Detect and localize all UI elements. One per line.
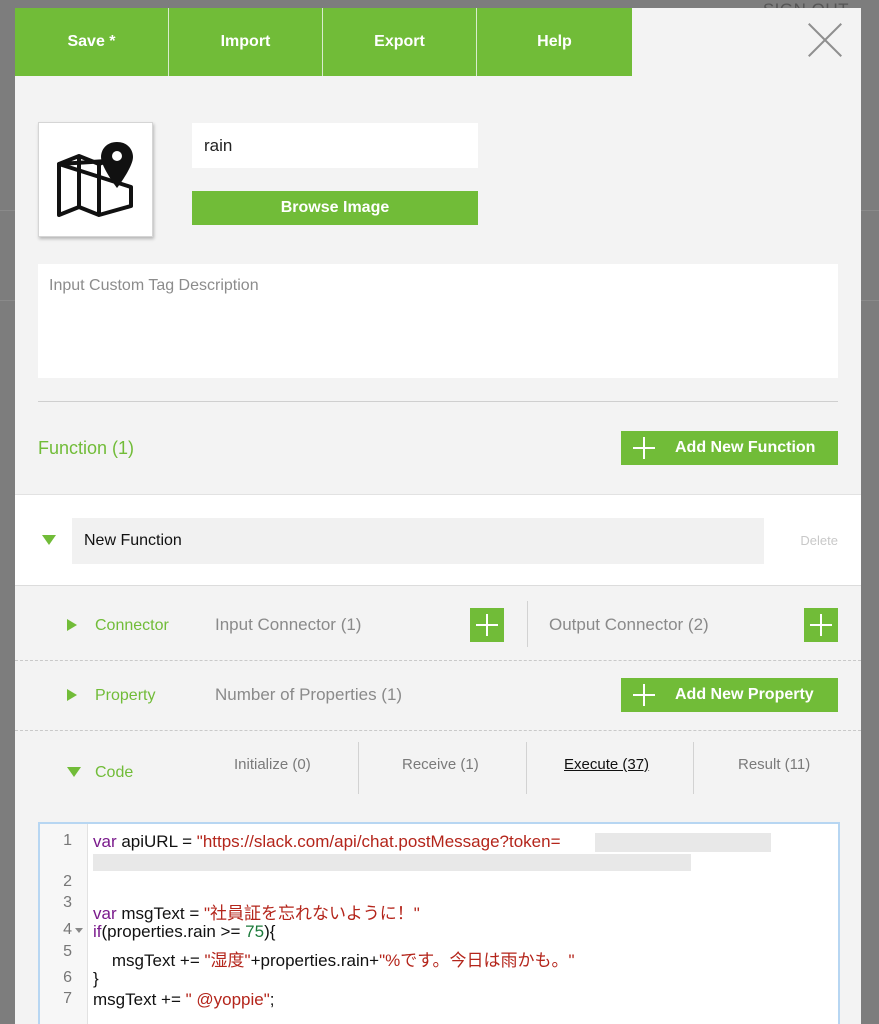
tab-result[interactable]: Result (11) (738, 756, 810, 773)
tag-description-field[interactable] (38, 264, 838, 378)
line-number: 1 (63, 832, 72, 849)
property-label[interactable]: Property (95, 687, 155, 705)
tab-receive[interactable]: Receive (1) (402, 756, 479, 773)
map-pin-icon (56, 141, 133, 217)
code-token: var (93, 832, 117, 851)
code-token: "https://slack.com/api/chat.postMessage?… (196, 832, 561, 851)
line-number: 2 (63, 873, 72, 890)
code-line: if(properties.rain >= 75){ (93, 922, 275, 942)
code-line: msgText += " @yoppie"; (93, 990, 275, 1010)
code-line: } (93, 969, 99, 989)
save-button[interactable]: Save * (15, 8, 169, 76)
code-token: ; (269, 990, 275, 1009)
line-number: 4 (63, 921, 72, 938)
tag-name-input[interactable] (192, 123, 478, 168)
column-divider (527, 601, 528, 647)
add-new-function-label: Add New Function (675, 439, 816, 456)
column-divider (526, 742, 527, 794)
line-number: 5 (63, 943, 72, 960)
redacted-token (93, 854, 691, 871)
collapse-arrow-icon[interactable] (42, 535, 56, 545)
close-icon[interactable] (807, 22, 843, 58)
export-button[interactable]: Export (323, 8, 477, 76)
code-token: } (93, 969, 99, 988)
code-token: "社員証を忘れないように！" (204, 904, 420, 923)
input-connector-label: Input Connector (1) (215, 615, 362, 634)
line-number: 7 (63, 990, 72, 1007)
code-line: msgText += "湿度"+properties.rain+"%です。今日は… (93, 946, 575, 971)
expand-arrow-icon[interactable] (67, 619, 77, 631)
redacted-token (595, 833, 771, 852)
tab-initialize[interactable]: Initialize (0) (234, 756, 311, 773)
code-line: var apiURL = "https://slack.com/api/chat… (93, 832, 561, 852)
output-connector-label: Output Connector (2) (549, 615, 709, 634)
browse-image-button[interactable]: Browse Image (192, 191, 478, 225)
property-count-label: Number of Properties (1) (215, 685, 403, 704)
code-token: +properties.rain+ (250, 951, 380, 970)
connector-label[interactable]: Connector (95, 617, 169, 635)
code-label[interactable]: Code (95, 764, 133, 782)
code-token: msgText = (116, 904, 205, 923)
property-row: Property Number of Properties (1) Add Ne… (15, 661, 861, 729)
line-number: 6 (63, 969, 72, 986)
column-divider (358, 742, 359, 794)
import-button[interactable]: Import (169, 8, 323, 76)
expand-arrow-icon[interactable] (67, 689, 77, 701)
delete-function-button[interactable]: Delete (800, 533, 838, 548)
add-new-function-button[interactable]: Add New Function (621, 431, 838, 465)
tab-execute[interactable]: Execute (37) (564, 756, 649, 773)
code-token: " @yoppie" (185, 990, 270, 1009)
connector-row: Connector Input Connector (1) Output Con… (15, 587, 861, 659)
modal-toolbar: Save * Import Export Help (15, 8, 861, 76)
code-editor[interactable]: 1 2 3 4 5 6 7 var apiURL = "https://slac… (38, 822, 840, 1024)
tag-icon-preview[interactable] (38, 122, 153, 237)
code-line: var msgText = "社員証を忘れないように！" (93, 899, 420, 924)
code-token: msgText += (93, 951, 205, 970)
code-token: (properties.rain >= (101, 922, 246, 941)
function-name-input[interactable] (72, 518, 764, 564)
plus-icon (621, 431, 667, 465)
section-divider (38, 401, 838, 402)
plus-icon (621, 678, 667, 712)
code-token: apiURL = (116, 832, 197, 851)
code-token: var (93, 904, 117, 923)
code-token: if (93, 922, 102, 941)
collapse-arrow-icon[interactable] (67, 767, 81, 777)
add-output-connector-button[interactable] (804, 608, 838, 642)
code-token: "%です。今日は雨かも。" (379, 951, 575, 970)
help-button[interactable]: Help (477, 8, 632, 76)
code-token: 75 (245, 922, 265, 941)
add-new-property-button[interactable]: Add New Property (621, 678, 838, 712)
code-token: "湿度" (204, 951, 251, 970)
line-number: 3 (63, 894, 72, 911)
custom-tag-modal: Save * Import Export Help Browse Image F… (15, 8, 861, 1024)
add-input-connector-button[interactable] (470, 608, 504, 642)
add-new-property-label: Add New Property (675, 686, 814, 703)
fold-arrow-icon[interactable] (75, 928, 83, 933)
function-item: Delete (15, 494, 861, 586)
function-section-title: Function (1) (38, 438, 135, 458)
code-token: msgText += (93, 990, 186, 1009)
code-token: ){ (264, 922, 276, 941)
column-divider (693, 742, 694, 794)
